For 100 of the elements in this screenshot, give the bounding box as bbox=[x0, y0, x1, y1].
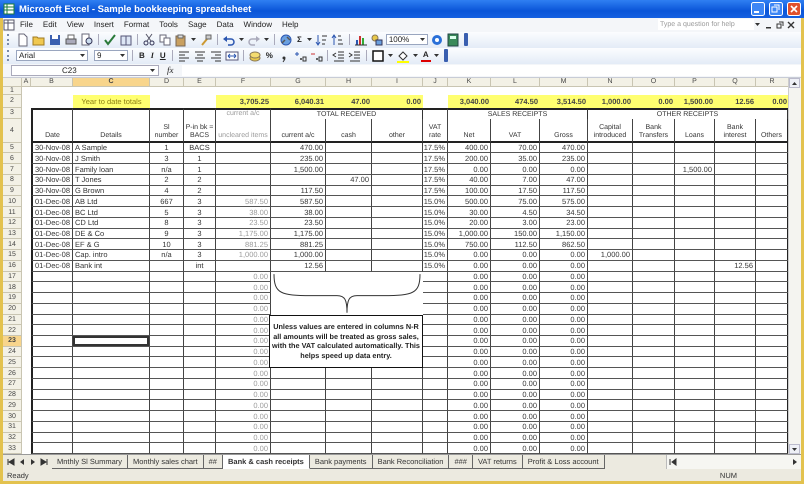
table-cell bbox=[588, 196, 633, 208]
table-cell bbox=[372, 390, 423, 400]
name-box[interactable]: C23 bbox=[11, 64, 159, 76]
restore-icon[interactable] bbox=[776, 20, 784, 29]
previous-sheet-icon[interactable] bbox=[18, 458, 26, 466]
restore-button[interactable] bbox=[769, 2, 783, 16]
formula-field[interactable] bbox=[182, 64, 801, 76]
scroll-down-button[interactable] bbox=[789, 444, 800, 454]
table-cell bbox=[675, 390, 715, 400]
close-icon[interactable] bbox=[787, 20, 795, 29]
last-sheet-icon[interactable] bbox=[40, 458, 48, 466]
sort-descending-icon[interactable] bbox=[330, 32, 345, 47]
caret-icon[interactable] bbox=[263, 36, 270, 44]
caret-icon[interactable] bbox=[386, 52, 394, 60]
shapes-icon[interactable] bbox=[370, 32, 384, 47]
table-cell bbox=[675, 304, 715, 315]
table-cell bbox=[184, 304, 216, 315]
table-cell bbox=[675, 314, 715, 326]
table-cell bbox=[150, 108, 184, 119]
align-left-icon[interactable] bbox=[176, 48, 191, 63]
table-cell bbox=[31, 346, 73, 358]
autosum-button[interactable]: Σ bbox=[295, 35, 304, 44]
menu-item[interactable]: Sage bbox=[182, 20, 212, 30]
table-cell bbox=[150, 314, 184, 326]
minimize-button[interactable] bbox=[751, 2, 765, 16]
table-cell bbox=[184, 357, 216, 368]
decrease-indent-icon[interactable] bbox=[332, 48, 346, 63]
table-cell bbox=[31, 293, 73, 304]
next-sheet-icon[interactable] bbox=[29, 458, 37, 466]
table-cell bbox=[633, 357, 675, 368]
print-icon[interactable] bbox=[64, 32, 78, 47]
workbook-icon[interactable] bbox=[3, 18, 15, 31]
caret-icon[interactable] bbox=[79, 52, 86, 60]
scroll-up-button[interactable] bbox=[789, 78, 800, 88]
scissors-icon[interactable] bbox=[142, 32, 156, 47]
caret-icon[interactable] bbox=[306, 36, 313, 44]
print-preview-icon[interactable] bbox=[80, 32, 94, 47]
menu-item[interactable]: Format bbox=[118, 20, 154, 30]
clipboard-icon[interactable] bbox=[174, 32, 188, 47]
insert-function-button[interactable]: fx bbox=[163, 65, 178, 76]
table-cell bbox=[184, 314, 216, 326]
table-cell bbox=[675, 174, 715, 186]
save-icon[interactable] bbox=[48, 32, 62, 47]
help-icon[interactable] bbox=[430, 32, 444, 47]
caret-icon[interactable] bbox=[238, 36, 245, 44]
underline-button[interactable]: U bbox=[158, 51, 168, 60]
caret-icon[interactable] bbox=[149, 66, 156, 74]
table-cell bbox=[150, 304, 184, 315]
copy-icon[interactable] bbox=[158, 32, 172, 47]
caret-icon[interactable] bbox=[119, 52, 126, 60]
menu-item[interactable]: Tools bbox=[154, 20, 183, 30]
menu-item[interactable]: Data bbox=[212, 20, 239, 30]
selected-cell[interactable] bbox=[73, 336, 150, 347]
paintbrush-icon[interactable] bbox=[199, 32, 213, 47]
sort-ascending-icon[interactable] bbox=[314, 32, 329, 47]
scroll-right-icon[interactable] bbox=[791, 458, 799, 466]
book-icon[interactable] bbox=[119, 32, 133, 47]
menu-item[interactable]: View bbox=[62, 20, 89, 30]
caret-icon[interactable] bbox=[412, 52, 419, 60]
increase-indent-icon[interactable] bbox=[348, 48, 362, 63]
borders-icon[interactable] bbox=[370, 48, 385, 63]
zoom-dropdown[interactable]: 100% bbox=[386, 34, 428, 46]
merge-cells-icon[interactable] bbox=[224, 48, 239, 63]
menu-item[interactable]: Window bbox=[238, 20, 277, 30]
font-dropdown[interactable]: Arial bbox=[16, 50, 88, 62]
table-cell bbox=[372, 432, 423, 444]
font-size-dropdown[interactable]: 9 bbox=[94, 50, 128, 62]
table-cell bbox=[588, 346, 633, 358]
table-cell bbox=[372, 411, 423, 422]
align-center-icon[interactable] bbox=[192, 48, 207, 63]
new-document-icon[interactable] bbox=[16, 32, 30, 47]
table-cell bbox=[31, 411, 73, 422]
table-cell bbox=[633, 325, 675, 336]
table-cell bbox=[633, 432, 675, 444]
close-button[interactable] bbox=[787, 2, 801, 16]
first-sheet-icon[interactable] bbox=[7, 458, 15, 466]
percent-button[interactable]: % bbox=[264, 51, 275, 60]
menu-item[interactable]: Insert bbox=[88, 20, 119, 30]
table-cell bbox=[675, 357, 715, 368]
table-cell bbox=[675, 432, 715, 444]
menu-item[interactable]: File bbox=[15, 20, 38, 30]
caret-icon[interactable] bbox=[190, 36, 197, 44]
table-cell bbox=[715, 174, 756, 186]
font-color-button[interactable]: A bbox=[420, 50, 431, 62]
table-cell bbox=[715, 239, 756, 250]
table-cell bbox=[633, 196, 675, 208]
align-right-icon[interactable] bbox=[208, 48, 223, 63]
scroll-left-icon[interactable] bbox=[669, 458, 677, 466]
menu-item[interactable]: Help bbox=[276, 20, 304, 30]
caret-icon[interactable] bbox=[432, 52, 440, 60]
table-cell bbox=[326, 228, 372, 240]
fill-color-icon[interactable] bbox=[396, 48, 410, 63]
italic-button[interactable]: I bbox=[148, 51, 156, 60]
table-cell bbox=[675, 207, 715, 218]
menu-item[interactable]: Edit bbox=[38, 20, 62, 30]
currency-icon[interactable] bbox=[248, 48, 262, 63]
caret-icon[interactable] bbox=[418, 36, 426, 44]
table-cell bbox=[423, 411, 448, 422]
spelling-check-icon[interactable] bbox=[103, 32, 117, 47]
bold-button[interactable]: B bbox=[137, 51, 147, 60]
